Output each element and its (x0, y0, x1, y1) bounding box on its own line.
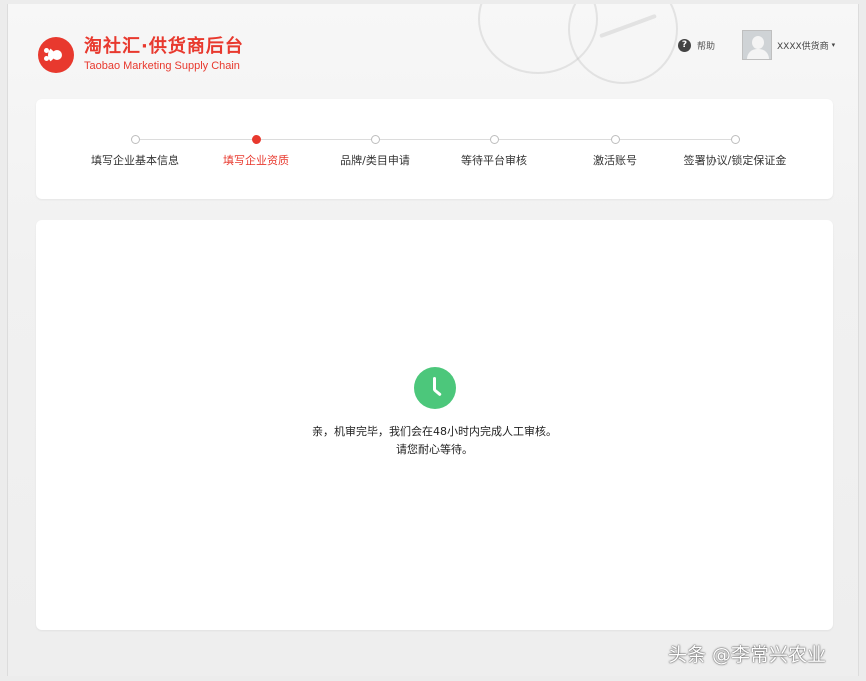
chevron-down-icon: ▾ (831, 41, 836, 49)
watermark: 头条 @李常兴农业 (668, 644, 827, 666)
user-menu[interactable]: XXXX供货商 ▾ (742, 30, 835, 60)
step-3-label: 品牌/类目申请 (340, 154, 410, 167)
wait-message: 请您耐心等待。 (396, 443, 473, 456)
step-5-node (611, 135, 620, 144)
avatar (742, 30, 772, 60)
step-6-node (731, 135, 740, 144)
step-6-label: 签署协议/锁定保证金 (683, 154, 787, 167)
step-4-node (490, 135, 499, 144)
review-message: 亲，机审完毕，我们会在48小时内完成人工审核。 (312, 425, 557, 438)
step-1-node (131, 135, 140, 144)
user-name: XXXX供货商 (777, 41, 829, 52)
clock-icon (414, 367, 456, 409)
question-icon: ? (678, 39, 691, 52)
step-2-label: 填写企业资质 (223, 154, 289, 167)
progress-steps: 填写企业基本信息 填写企业资质 品牌/类目申请 等待平台审核 激活账号 签署协议… (36, 99, 833, 199)
help-label: 帮助 (697, 42, 716, 52)
step-5-label: 激活账号 (593, 154, 637, 167)
step-3-node (371, 135, 380, 144)
logo-subtitle: Taobao Marketing Supply Chain (84, 60, 240, 72)
app-frame: 淘社汇·供货商后台 Taobao Marketing Supply Chain … (7, 4, 859, 676)
step-connector (380, 139, 490, 140)
step-connector (620, 139, 731, 140)
step-connector (499, 139, 611, 140)
logo-icon (38, 36, 74, 73)
step-connector (261, 139, 371, 140)
brand-logo[interactable]: 淘社汇·供货商后台 Taobao Marketing Supply Chain (38, 36, 244, 73)
step-1-label: 填写企业基本信息 (91, 154, 179, 167)
review-status-panel: 亲，机审完毕，我们会在48小时内完成人工审核。 请您耐心等待。 (36, 220, 833, 630)
logo-title: 淘社汇·供货商后台 (84, 36, 244, 57)
decorative-glasses (568, 4, 678, 84)
help-link[interactable]: ? 帮助 (678, 39, 715, 52)
step-2-node (252, 135, 261, 144)
step-connector (140, 139, 252, 140)
step-4-label: 等待平台审核 (461, 154, 527, 167)
